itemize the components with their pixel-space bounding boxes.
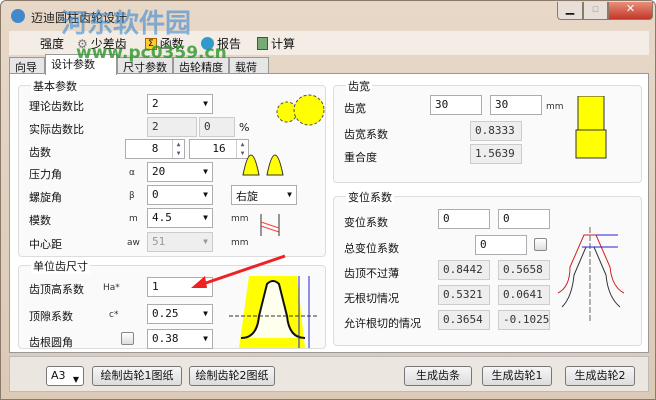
toolbar-report[interactable]: 报告	[201, 35, 241, 52]
helix-label: 螺旋角	[29, 191, 62, 204]
toolbar-function[interactable]: Σ 函数	[145, 35, 184, 52]
gear-pair-icon	[276, 94, 325, 126]
clearance-label: 顶隙系数	[29, 310, 73, 323]
profile-shift-group: 变位系数 变位系数 0 0 总变位系数 0 齿顶不过薄 0.8442 0.565…	[333, 189, 642, 346]
no-undercut-2-field: 0.0641	[498, 285, 550, 305]
draw-gear1-button[interactable]: 绘制齿轮1图纸	[92, 366, 182, 386]
total-shift-input[interactable]: 0	[475, 235, 527, 255]
aw-symbol: aw	[127, 238, 140, 248]
basic-params-group: 基本参数 理论齿数比 2 实际齿数比 2 0 % 齿数 8▲▼ 16▲▼ 压力角…	[18, 78, 326, 257]
app-icon	[11, 9, 25, 23]
tooth-profile-icon	[242, 154, 284, 176]
width-coef-label: 齿宽系数	[344, 128, 388, 141]
toolbar-small-tooth-diff[interactable]: ⚙ 少差齿	[77, 35, 127, 52]
tab-load[interactable]: 载荷	[229, 57, 269, 74]
teeth-label: 齿数	[29, 146, 51, 159]
group-title: 基本参数	[31, 78, 79, 94]
m-symbol: m	[129, 214, 138, 224]
center-distance-select: 51	[147, 232, 213, 252]
tab-gear-accuracy[interactable]: 齿轮精度	[173, 57, 229, 74]
overlap-field: 1.5639	[470, 144, 522, 164]
shift-coef-1-input[interactable]: 0	[438, 209, 490, 229]
root-fillet-label: 齿根圆角	[29, 336, 73, 349]
group-title: 单位齿尺寸	[31, 258, 90, 274]
mm-unit: mm	[231, 238, 249, 248]
shift-coef-label: 变位系数	[344, 216, 388, 229]
shift-coef-2-input[interactable]: 0	[498, 209, 550, 229]
stepper-arrows[interactable]: ▲ ▼	[172, 140, 184, 158]
actual-ratio-label: 实际齿数比	[29, 123, 84, 136]
group-title: 齿宽	[346, 78, 372, 94]
tab-wizard[interactable]: 向导	[9, 57, 45, 74]
unit-tooth-group: 单位齿尺寸 齿顶高系数 Ha* 1 顶隙系数 c* 0.25 齿根圆角 0.38	[18, 254, 326, 349]
center-label: 中心距	[29, 238, 62, 251]
alpha-symbol: α	[129, 168, 135, 178]
maximize-button[interactable]: ▫	[583, 2, 608, 20]
c-symbol: c*	[109, 310, 119, 320]
toolbar: 强度 ⚙ 少差齿 Σ 函数 报告 计算	[9, 31, 649, 55]
calculator-icon	[257, 37, 268, 50]
window-title: 迈迪圆柱齿轮设计	[31, 11, 128, 25]
mm-unit: mm	[546, 102, 564, 112]
ha-symbol: Ha*	[103, 283, 120, 293]
group-title: 变位系数	[346, 189, 394, 205]
percent-unit: %	[239, 121, 250, 134]
bottom-action-bar: A3 绘制齿轮1图纸 绘制齿轮2图纸 生成齿条 生成齿轮1 生成齿轮2	[9, 356, 649, 392]
ratio-select[interactable]: 2	[147, 94, 213, 114]
allow-undercut-1-field: 0.3654	[438, 310, 490, 330]
face-width-label: 齿宽	[344, 102, 366, 115]
addendum-label: 齿顶高系数	[29, 283, 84, 296]
mm-unit: mm	[231, 214, 249, 224]
root-fillet-checkbox[interactable]	[121, 332, 134, 345]
red-arrow-annotation	[191, 254, 286, 288]
generate-gear2-button[interactable]: 生成齿轮2	[565, 366, 635, 386]
pressure-angle-select[interactable]: 20	[147, 162, 213, 182]
ratio-label: 理论齿数比	[29, 100, 84, 113]
overlap-label: 重合度	[344, 151, 377, 164]
teeth-z1-stepper[interactable]: 8 ▲ ▼	[125, 139, 185, 159]
report-icon	[201, 37, 214, 50]
total-shift-checkbox[interactable]	[534, 238, 547, 251]
face-width-group: 齿宽 齿宽 30 30 mm 齿宽系数 0.8333 重合度 1.5639	[333, 78, 642, 183]
paper-size-select[interactable]: A3	[46, 366, 84, 389]
no-undercut-label: 无根切情况	[344, 292, 399, 305]
actual-ratio-field: 2	[147, 117, 197, 137]
teeth-z2-stepper[interactable]: 16 ▲ ▼	[189, 139, 249, 159]
no-undercut-1-field: 0.5321	[438, 285, 490, 305]
module-select[interactable]: 4.5	[147, 208, 213, 228]
module-label: 模数	[29, 214, 51, 227]
tip-thickness-label: 齿顶不过薄	[344, 267, 399, 280]
close-button[interactable]: ✕	[608, 2, 653, 20]
allow-undercut-label: 允许根切的情况	[344, 317, 421, 330]
toolbar-strength[interactable]: 强度	[37, 35, 64, 52]
tab-design-params[interactable]: 设计参数	[45, 54, 117, 75]
width-coef-field: 0.8333	[470, 121, 522, 141]
app-window: 迈迪圆柱齿轮设计 ▁ ▫ ✕ 强度 ⚙ 少差齿 Σ 函数 报告 计算 向导 设计参数…	[0, 0, 656, 400]
total-shift-label: 总变位系数	[344, 242, 399, 255]
helix-icon	[260, 214, 280, 236]
face-width-1-input[interactable]: 30	[430, 95, 482, 115]
profile-shift-diagram	[557, 227, 625, 323]
clearance-coef-select[interactable]: 0.25	[147, 304, 213, 324]
tip-1-field: 0.8442	[438, 260, 490, 280]
pressure-label: 压力角	[29, 168, 62, 181]
face-width-diagram	[575, 96, 607, 159]
generate-rack-button[interactable]: 生成齿条	[404, 366, 472, 386]
allow-undercut-2-field: -0.1025	[498, 310, 550, 330]
sigma-icon: Σ	[145, 37, 157, 50]
design-params-panel: 基本参数 理论齿数比 2 实际齿数比 2 0 % 齿数 8▲▼ 16▲▼ 压力角…	[9, 73, 649, 353]
toolbar-calculate[interactable]: 计算	[257, 35, 295, 52]
tab-size-params[interactable]: 尺寸参数	[117, 57, 173, 74]
beta-symbol: β	[129, 191, 135, 201]
helix-angle-select[interactable]: 0	[147, 185, 213, 205]
draw-gear2-button[interactable]: 绘制齿轮2图纸	[189, 366, 275, 386]
helix-direction-select[interactable]: 右旋	[231, 185, 297, 205]
tip-2-field: 0.5658	[498, 260, 550, 280]
gear-icon: ⚙	[77, 36, 88, 51]
generate-gear1-button[interactable]: 生成齿轮1	[482, 366, 552, 386]
actual-ratio-pct-field: 0	[199, 117, 235, 137]
face-width-2-input[interactable]: 30	[490, 95, 542, 115]
root-fillet-select[interactable]: 0.38	[147, 329, 213, 349]
minimize-button[interactable]: ▁	[557, 2, 583, 20]
